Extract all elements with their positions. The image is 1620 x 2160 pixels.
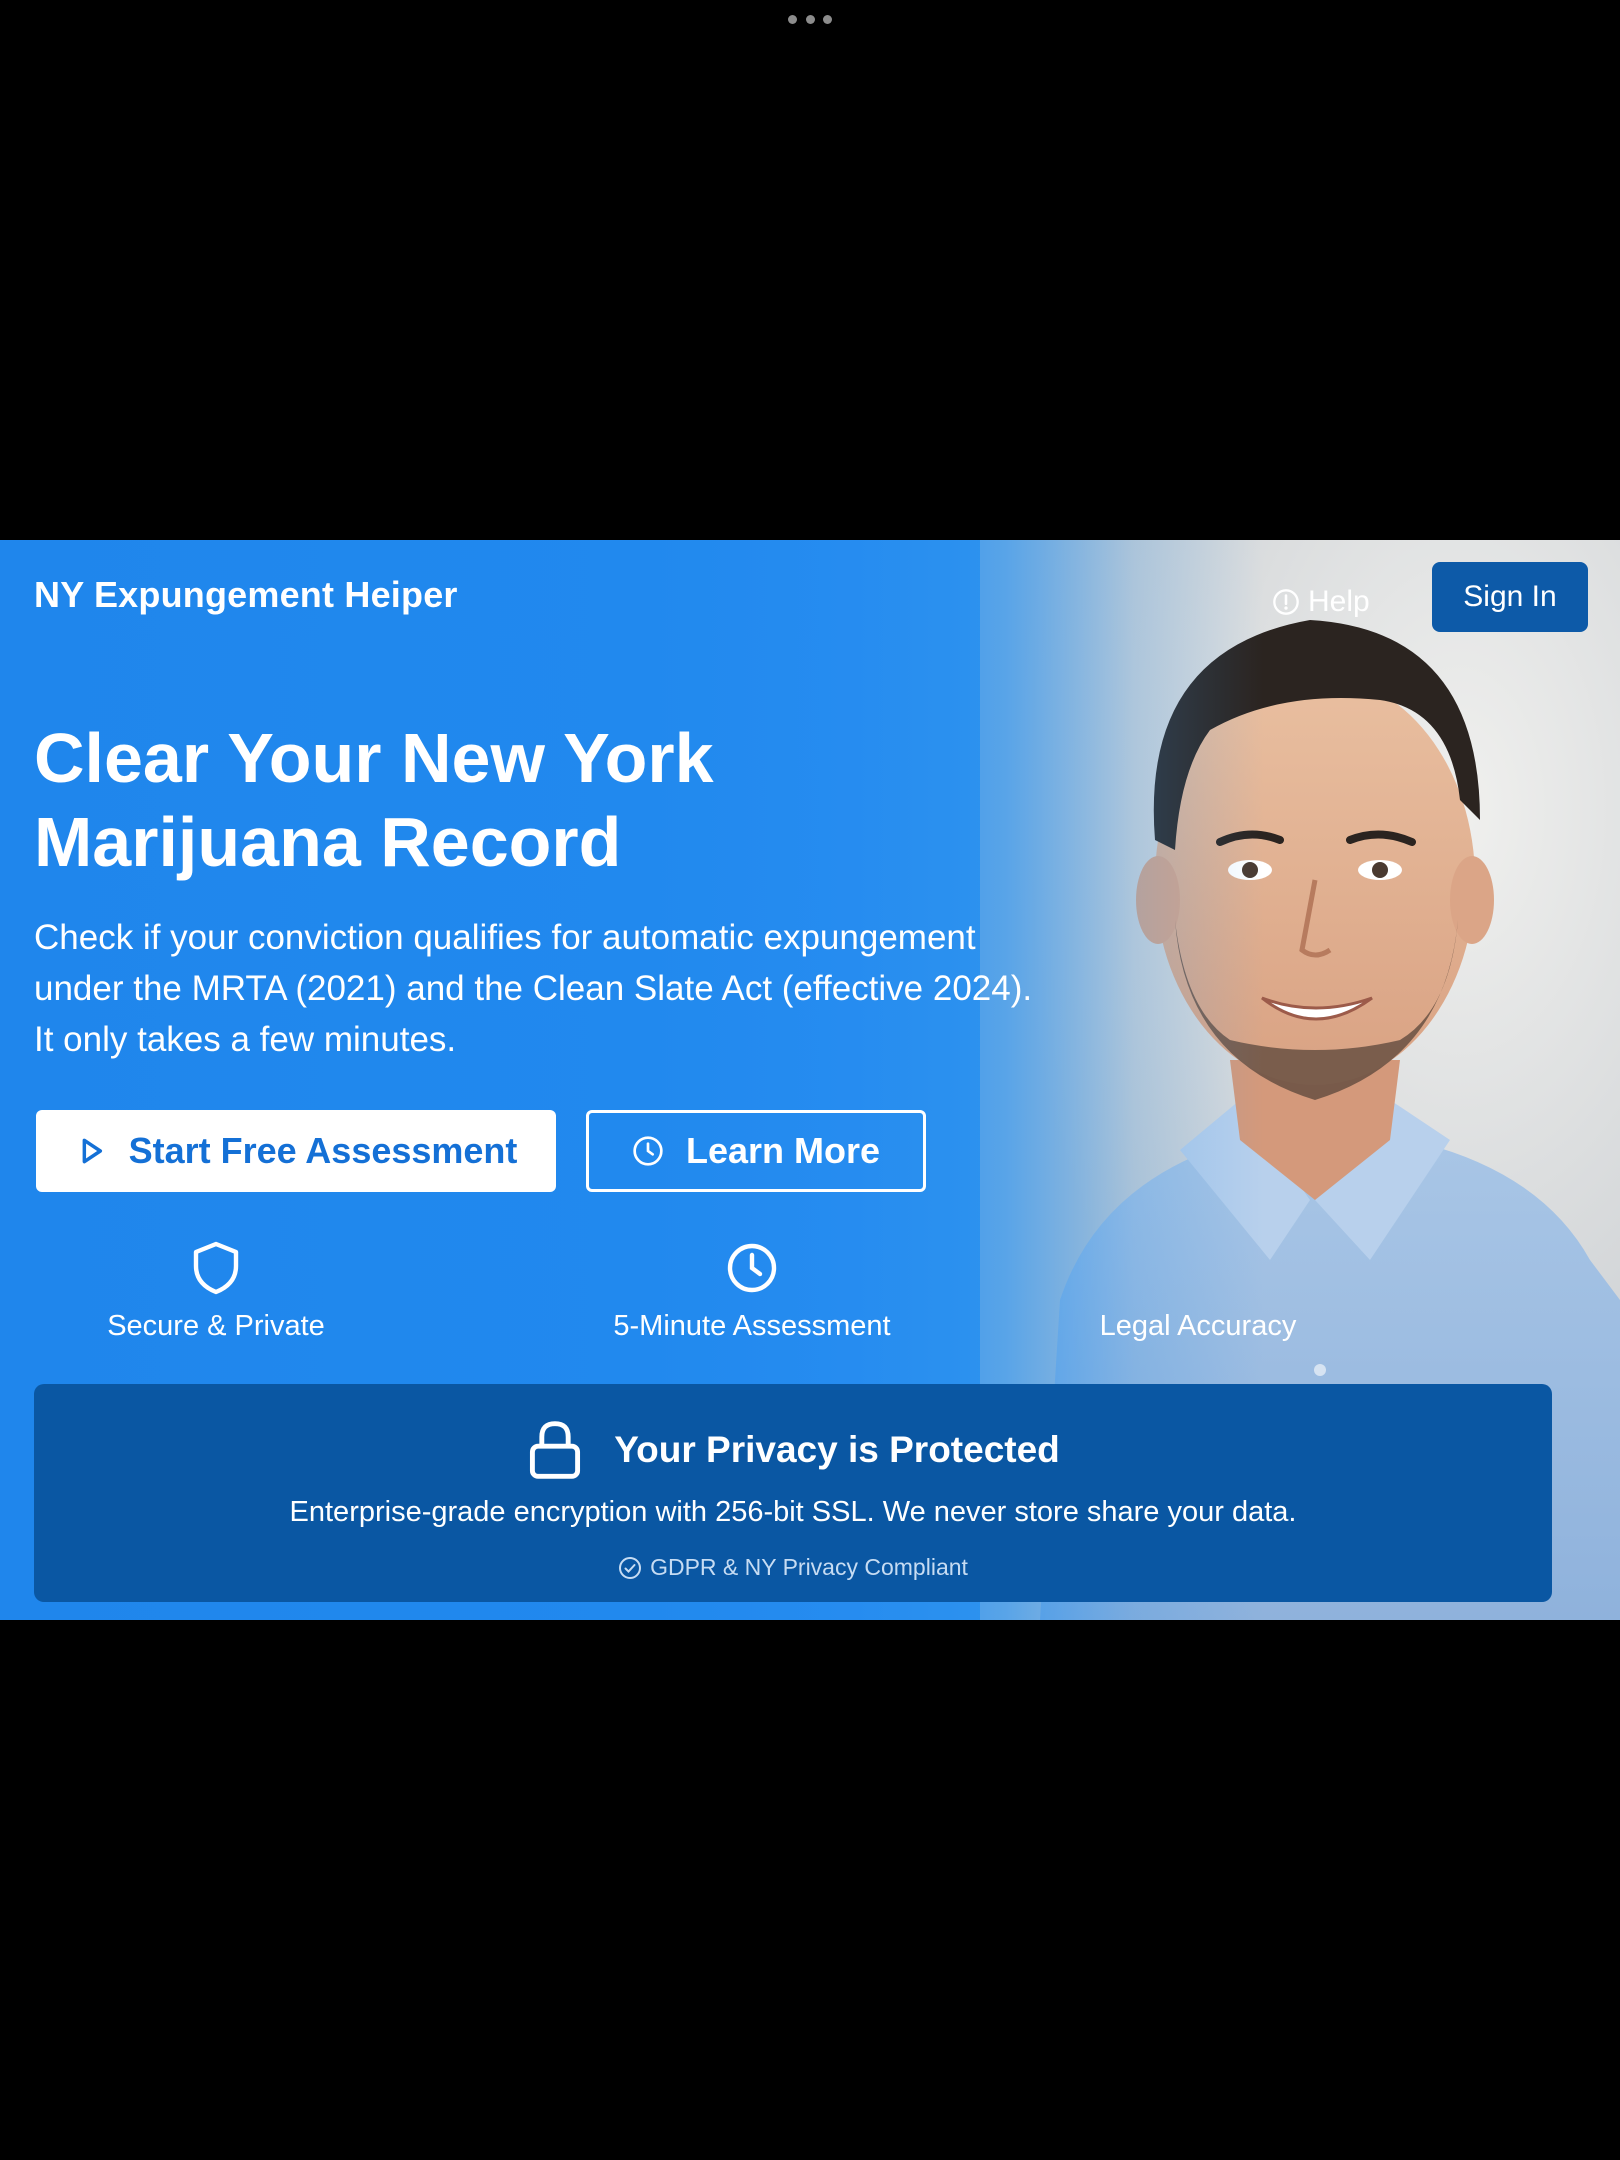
clock-icon: [633, 1136, 663, 1166]
feature-legal-accuracy: Legal Accuracy: [1018, 1240, 1378, 1343]
more-options-icon[interactable]: [788, 12, 832, 26]
hero-headline: Clear Your New York Marijuana Record: [34, 716, 934, 884]
headline-line-2: Marijuana Record: [34, 803, 622, 881]
description-line-3: It only takes a few minutes.: [34, 1020, 457, 1059]
feature-secure-private: Secure & Private: [36, 1240, 396, 1343]
description-line-1: Check if your conviction qualifies for a…: [34, 918, 976, 957]
check-circle-icon: [619, 1556, 642, 1579]
clock-icon: [727, 1243, 777, 1293]
start-assessment-label: Start Free Assessment: [128, 1130, 518, 1171]
headline-line-1: Clear Your New York: [34, 719, 714, 797]
hero-description: Check if your conviction qualifies for a…: [34, 912, 1154, 1065]
compliance-label: GDPR & NY Privacy Compliant: [650, 1554, 968, 1580]
shield-icon: [193, 1241, 239, 1295]
feature-label: Legal Accuracy: [1099, 1310, 1297, 1342]
feature-5-minute-assessment: 5-Minute Assessment: [572, 1240, 932, 1343]
learn-more-label: Learn More: [685, 1130, 881, 1171]
screen: NY Expungement Heiper Help Sign In Clear…: [0, 0, 1620, 2160]
description-line-2: under the MRTA (2021) and the Clean Slat…: [34, 969, 1033, 1008]
privacy-description: Enterprise-grade encryption with 256-bit…: [289, 1496, 1297, 1528]
brand-logo-text[interactable]: NY Expungement Heiper: [34, 574, 458, 616]
feature-label: Secure & Private: [107, 1310, 325, 1342]
feature-label: 5-Minute Assessment: [613, 1310, 891, 1342]
help-label: Help: [1308, 585, 1370, 618]
privacy-title-row: Your Privacy is Protected: [34, 1418, 1552, 1482]
hero-section: NY Expungement Heiper Help Sign In Clear…: [0, 540, 1620, 1620]
sign-in-button[interactable]: Sign In: [1432, 562, 1588, 632]
lock-icon: [530, 1421, 581, 1479]
info-icon: [1273, 589, 1299, 615]
compliance-note: GDPR & NY Privacy Compliant: [34, 1554, 1552, 1581]
start-assessment-button[interactable]: Start Free Assessment: [36, 1110, 556, 1192]
learn-more-button[interactable]: Learn More: [586, 1110, 926, 1192]
privacy-title: Your Privacy is Protected: [614, 1429, 1060, 1470]
privacy-panel: Your Privacy is Protected Enterprise-gra…: [34, 1384, 1552, 1602]
play-icon: [82, 1138, 102, 1164]
help-link[interactable]: Help: [1272, 580, 1370, 624]
